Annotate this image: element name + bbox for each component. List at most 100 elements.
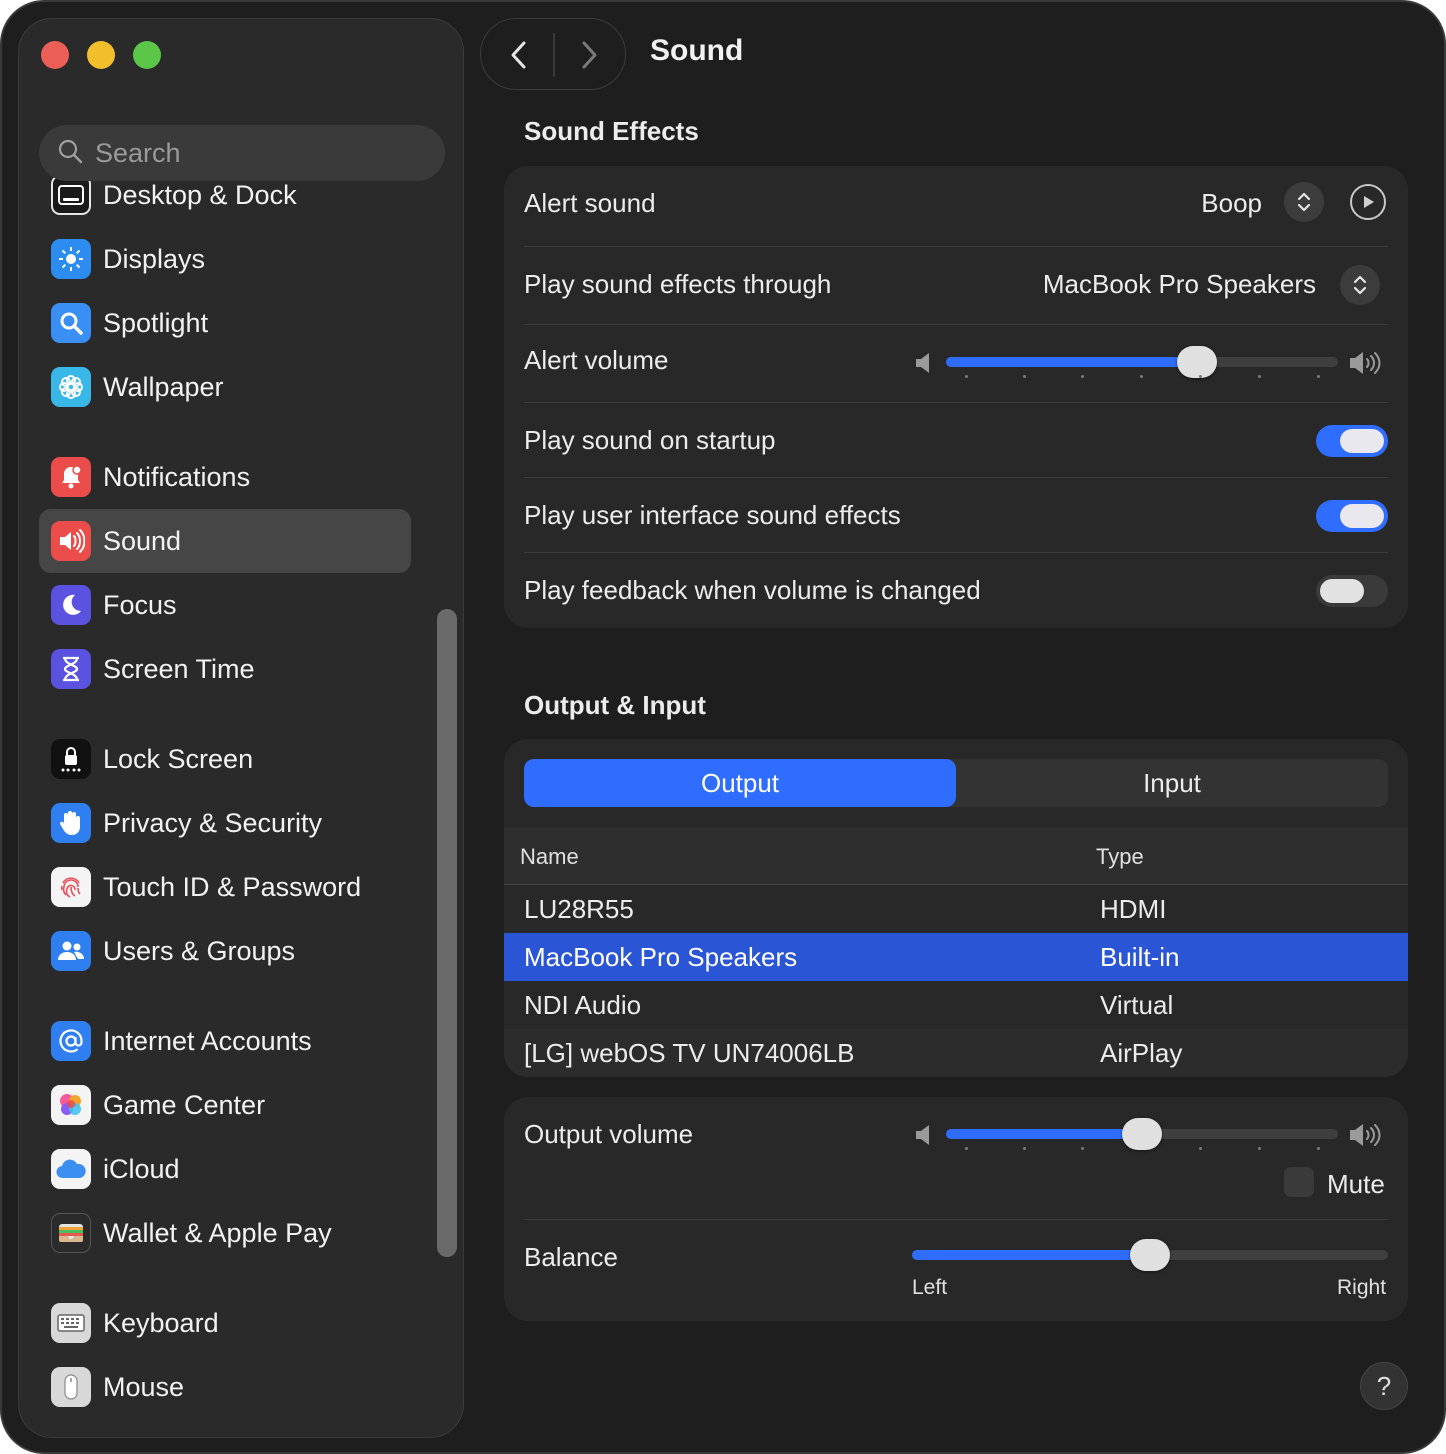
displays-icon xyxy=(51,239,91,279)
device-name: MacBook Pro Speakers xyxy=(524,942,798,972)
privacy-hand-icon xyxy=(51,803,91,843)
balance-slider[interactable] xyxy=(912,1239,1388,1271)
sidebar-item-keyboard[interactable]: Keyboard xyxy=(39,1291,411,1355)
startup-sound-label: Play sound on startup xyxy=(524,425,776,455)
wallet-icon xyxy=(51,1213,91,1253)
sidebar-item-label: Spotlight xyxy=(103,307,209,338)
play-icon xyxy=(1364,196,1374,208)
device-type: Built-in xyxy=(1100,942,1180,972)
alert-sound-value[interactable]: Boop xyxy=(1201,188,1262,219)
output-input-segmented-control: Output Input xyxy=(524,759,1388,807)
at-sign-icon xyxy=(51,1021,91,1061)
chevron-right-icon xyxy=(582,41,597,69)
minimize-button[interactable] xyxy=(87,41,115,69)
device-table-header: Name Type xyxy=(504,827,1408,885)
slider-tick xyxy=(1317,1147,1320,1150)
tab-input[interactable]: Input xyxy=(956,759,1388,807)
slider-tick xyxy=(1023,1147,1026,1150)
volume-feedback-toggle[interactable] xyxy=(1316,575,1388,607)
up-down-chevron-icon xyxy=(1297,192,1311,212)
device-name: NDI Audio xyxy=(524,990,642,1020)
sidebar-item-label: Users & Groups xyxy=(103,935,296,966)
balance-row: Balance Left Right xyxy=(524,1220,1388,1321)
sidebar-item-notifications[interactable]: Notifications xyxy=(39,445,411,509)
sidebar-item-internet-accounts[interactable]: Internet Accounts xyxy=(39,1009,411,1073)
sidebar-item-label: iCloud xyxy=(103,1153,180,1184)
slider-tick xyxy=(1258,1147,1261,1150)
slider-tick xyxy=(1199,375,1202,378)
column-header-type[interactable]: Type xyxy=(1096,844,1144,870)
slider-tick xyxy=(1199,1147,1202,1150)
speaker-high-icon xyxy=(1348,1121,1384,1154)
sidebar-scrollbar[interactable] xyxy=(437,609,457,1257)
alert-sound-popup-button[interactable] xyxy=(1284,182,1324,222)
sidebar-item-wallet[interactable]: Wallet & Apple Pay xyxy=(39,1201,411,1265)
sidebar-item-users-groups[interactable]: Users & Groups xyxy=(39,919,411,983)
sidebar-item-privacy-security[interactable]: Privacy & Security xyxy=(39,791,411,855)
forward-button[interactable] xyxy=(571,37,607,73)
sidebar-item-label: Lock Screen xyxy=(103,743,254,774)
sidebar-item-label: Keyboard xyxy=(103,1307,219,1338)
slider-tick xyxy=(1258,375,1261,378)
speaker-low-icon xyxy=(914,1123,934,1152)
sidebar-item-label: Touch ID & Password xyxy=(103,871,362,902)
system-settings-window: Desktop & Dock Displays Spotlight Wallpa… xyxy=(0,0,1446,1454)
sidebar-item-sound[interactable]: Sound xyxy=(39,509,411,573)
close-button[interactable] xyxy=(41,41,69,69)
spotlight-icon xyxy=(51,303,91,343)
slider-tick xyxy=(1081,375,1084,378)
sidebar-item-icloud[interactable]: iCloud xyxy=(39,1137,411,1201)
balance-fill xyxy=(912,1250,1150,1260)
sidebar-item-label: Wallet & Apple Pay xyxy=(103,1217,332,1248)
alert-volume-slider[interactable] xyxy=(946,346,1338,378)
balance-right-label: Right xyxy=(1337,1276,1387,1299)
nav-divider xyxy=(553,33,555,77)
startup-sound-toggle[interactable] xyxy=(1316,425,1388,457)
output-volume-fill xyxy=(946,1129,1142,1139)
device-type: AirPlay xyxy=(1100,1038,1183,1068)
play-through-popup-button[interactable] xyxy=(1340,265,1380,305)
sidebar-item-label: Privacy & Security xyxy=(103,807,323,838)
device-name: [LG] webOS TV UN74006LB xyxy=(524,1038,855,1068)
slider-tick xyxy=(1081,1147,1084,1150)
table-row[interactable]: NDI Audio Virtual xyxy=(504,981,1408,1029)
balance-knob[interactable] xyxy=(1130,1239,1170,1271)
table-row[interactable]: [LG] webOS TV UN74006LB AirPlay xyxy=(504,1029,1408,1077)
sidebar-item-wallpaper[interactable]: Wallpaper xyxy=(39,355,411,419)
alert-volume-knob[interactable] xyxy=(1176,346,1217,378)
sidebar-item-touch-id[interactable]: Touch ID & Password xyxy=(39,855,411,919)
mute-label[interactable]: Mute xyxy=(1327,1169,1385,1200)
sidebar-item-lock-screen[interactable]: Lock Screen xyxy=(39,727,411,791)
sidebar-item-screen-time[interactable]: Screen Time xyxy=(39,637,411,701)
sidebar-item-label: Screen Time xyxy=(103,653,255,684)
mute-checkbox[interactable] xyxy=(1284,1167,1314,1197)
output-volume-knob[interactable] xyxy=(1122,1118,1162,1150)
sidebar-item-label: Notifications xyxy=(103,461,251,492)
ui-sound-effects-label: Play user interface sound effects xyxy=(524,500,901,530)
sidebar-item-label: Game Center xyxy=(103,1089,266,1120)
sidebar-item-mouse[interactable]: Mouse xyxy=(39,1355,411,1419)
play-through-value[interactable]: MacBook Pro Speakers xyxy=(1043,269,1316,300)
sidebar-item-spotlight[interactable]: Spotlight xyxy=(39,291,411,355)
sidebar-item-game-center[interactable]: Game Center xyxy=(39,1073,411,1137)
ui-sound-effects-toggle[interactable] xyxy=(1316,500,1388,532)
sidebar-item-displays[interactable]: Displays xyxy=(39,227,411,291)
sidebar-item-label: Wallpaper xyxy=(103,371,224,402)
help-button[interactable]: ? xyxy=(1360,1362,1408,1410)
sidebar-item-focus[interactable]: Focus xyxy=(39,573,411,637)
column-header-name[interactable]: Name xyxy=(520,844,579,870)
search-field[interactable]: Search xyxy=(39,125,445,181)
tab-output[interactable]: Output xyxy=(524,759,956,807)
play-alert-button[interactable] xyxy=(1350,184,1386,220)
zoom-button[interactable] xyxy=(133,41,161,69)
back-button[interactable] xyxy=(501,37,537,73)
table-row[interactable]: LU28R55 HDMI xyxy=(504,885,1408,933)
desktop-dock-icon xyxy=(51,175,91,215)
sidebar-item-label: Displays xyxy=(103,243,206,274)
table-row-selected[interactable]: MacBook Pro Speakers Built-in xyxy=(504,933,1408,981)
search-icon xyxy=(57,138,83,169)
mouse-icon xyxy=(51,1367,91,1407)
search-input[interactable]: Search xyxy=(95,138,181,169)
output-volume-slider[interactable] xyxy=(946,1118,1338,1150)
sidebar-item-label: Sound xyxy=(103,525,182,556)
